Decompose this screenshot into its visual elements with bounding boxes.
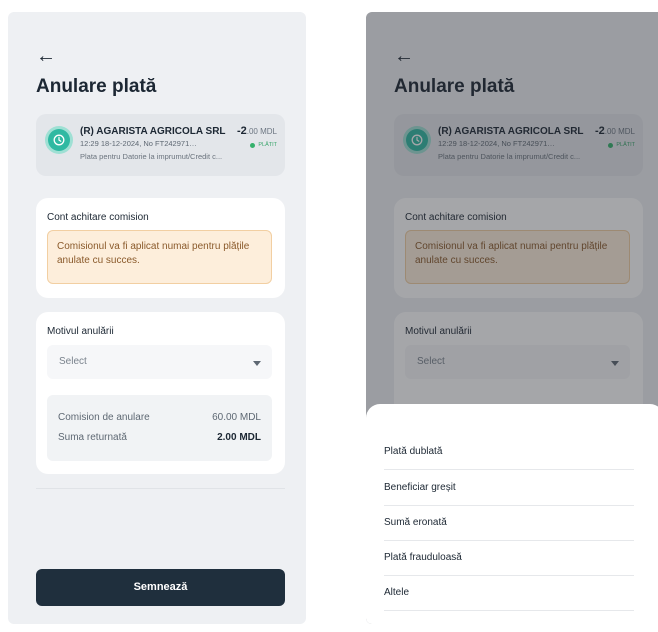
returned-amount-label: Suma returnată	[58, 432, 127, 443]
clock-icon	[48, 129, 70, 151]
transaction-description: Plata pentru Datorie la imprumut/Credit …	[80, 152, 223, 161]
cancellation-fee-value: 60.00 MDL	[212, 412, 261, 423]
commission-account-label: Cont achitare comision	[47, 212, 149, 223]
amount-decimals: .00	[246, 127, 258, 136]
reason-option-other[interactable]: Altele	[384, 575, 634, 611]
reason-label: Motivul anulării	[47, 326, 114, 337]
reason-option-wrong-beneficiary[interactable]: Beneficiar greșit	[384, 470, 634, 506]
back-arrow-icon[interactable]: ←	[36, 46, 56, 66]
screen-right: ← Anulare plată (R) AGARISTA AGRICOLA SR…	[366, 12, 658, 624]
divider	[36, 488, 285, 489]
reason-select-placeholder: Select	[59, 356, 87, 367]
chevron-down-icon	[253, 361, 261, 366]
commission-account-card: Cont achitare comision Comisionul va fi …	[36, 198, 285, 298]
returned-amount-value: 2.00 MDL	[217, 432, 261, 443]
reason-option-fraudulent[interactable]: Plată frauduloasă	[384, 540, 634, 576]
transaction-name: (R) AGARISTA AGRICOLA SRL	[80, 126, 226, 137]
reason-option-wrong-amount[interactable]: Sumă eronată	[384, 505, 634, 541]
reason-card: Motivul anulării Select Comision de anul…	[36, 312, 285, 474]
amount-currency: MDL	[260, 127, 277, 136]
page-title: Anulare plată	[36, 76, 157, 97]
commission-notice: Comisionul va fi aplicat numai pentru pl…	[47, 230, 272, 284]
sign-button[interactable]: Semnează	[36, 569, 285, 606]
reason-option-duplicate[interactable]: Plată dublată	[384, 434, 634, 470]
transaction-meta: 12:29 18-12-2024, No FT2429712821...	[80, 139, 200, 148]
screen-left: ← Anulare plată (R) AGARISTA AGRICOLA SR…	[8, 12, 306, 624]
cancellation-fee-label: Comision de anulare	[58, 412, 150, 423]
reason-select[interactable]: Select	[47, 345, 272, 379]
fees-summary: Comision de anulare 60.00 MDL Suma retur…	[47, 395, 272, 461]
reason-options-sheet: Plată dublată Beneficiar greșit Sumă ero…	[366, 404, 658, 624]
transaction-amount: -2.00 MDL	[237, 125, 277, 137]
status-badge: PLĂTIT	[250, 142, 277, 148]
amount-integer: -2	[236, 125, 247, 137]
status-text: PLĂTIT	[258, 142, 277, 148]
transaction-card: (R) AGARISTA AGRICOLA SRL -2.00 MDL 12:2…	[36, 114, 285, 176]
status-dot-icon	[250, 142, 256, 148]
